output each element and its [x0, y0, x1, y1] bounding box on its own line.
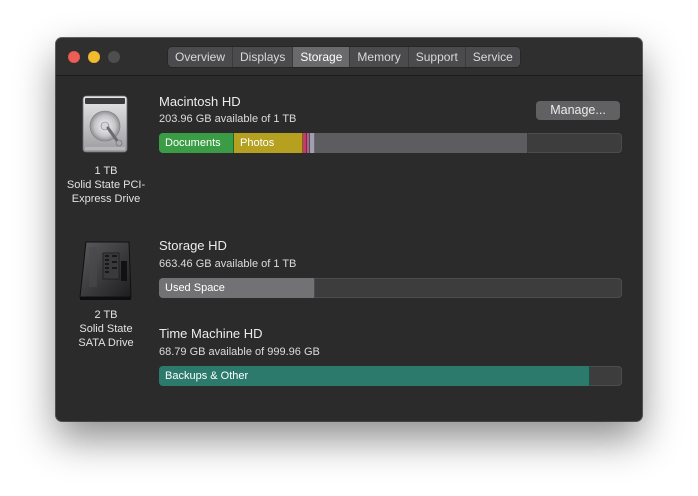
- volume-available-macintosh-hd: 203.96 GB available of 1 TB: [159, 113, 297, 125]
- tab-service[interactable]: Service: [465, 47, 520, 67]
- zoom-button[interactable]: [108, 51, 120, 63]
- storage-bar-time-machine-hd: Backups & Other: [159, 366, 622, 386]
- internal-hard-drive-icon: [82, 95, 128, 153]
- drive2-type-line2: SATA Drive: [78, 337, 134, 349]
- volume-name-time-machine-hd: Time Machine HD: [159, 326, 263, 341]
- segment-backups-other[interactable]: Backups & Other: [159, 366, 590, 386]
- segment-documents[interactable]: Documents: [159, 133, 234, 153]
- segment-photos[interactable]: Photos: [234, 133, 303, 153]
- tab-support[interactable]: Support: [408, 47, 466, 67]
- close-button[interactable]: [68, 51, 80, 63]
- segment-label-photos: Photos: [240, 137, 275, 149]
- tab-storage[interactable]: Storage: [293, 47, 351, 67]
- segment-label-used-space: Used Space: [165, 282, 225, 294]
- drive1-capacity: 1 TB: [94, 165, 118, 177]
- minimize-button[interactable]: [88, 51, 100, 63]
- manage-button[interactable]: Manage...: [536, 101, 620, 120]
- segment-label-documents: Documents: [165, 137, 221, 149]
- segment-other[interactable]: [315, 133, 528, 153]
- storage-bar-macintosh-hd: Documents Photos: [159, 133, 622, 153]
- volume-name-storage-hd: Storage HD: [159, 238, 227, 253]
- volume-name-macintosh-hd: Macintosh HD: [159, 94, 241, 109]
- volume-available-storage-hd: 663.46 GB available of 1 TB: [159, 258, 297, 270]
- drive1-type-line1: Solid State PCI-: [66, 179, 146, 191]
- tab-memory[interactable]: Memory: [350, 47, 409, 67]
- title-bar: Overview Displays Storage Memory Support…: [56, 38, 642, 76]
- volume-available-time-machine-hd: 68.79 GB available of 999.96 GB: [159, 346, 320, 358]
- segment-used-space[interactable]: Used Space: [159, 278, 315, 298]
- drive2-capacity: 2 TB: [94, 309, 118, 321]
- tab-overview[interactable]: Overview: [168, 47, 234, 67]
- sata-ssd-icon: [79, 241, 132, 300]
- drive1-type-line2: Express Drive: [71, 193, 141, 205]
- system-information-window: Overview Displays Storage Memory Support…: [56, 38, 642, 421]
- segment-label-backups-other: Backups & Other: [165, 370, 249, 382]
- tab-displays[interactable]: Displays: [233, 47, 294, 67]
- tab-bar: Overview Displays Storage Memory Support…: [168, 47, 520, 67]
- drive2-type-line1: Solid State: [79, 323, 133, 335]
- storage-bar-storage-hd: Used Space: [159, 278, 622, 298]
